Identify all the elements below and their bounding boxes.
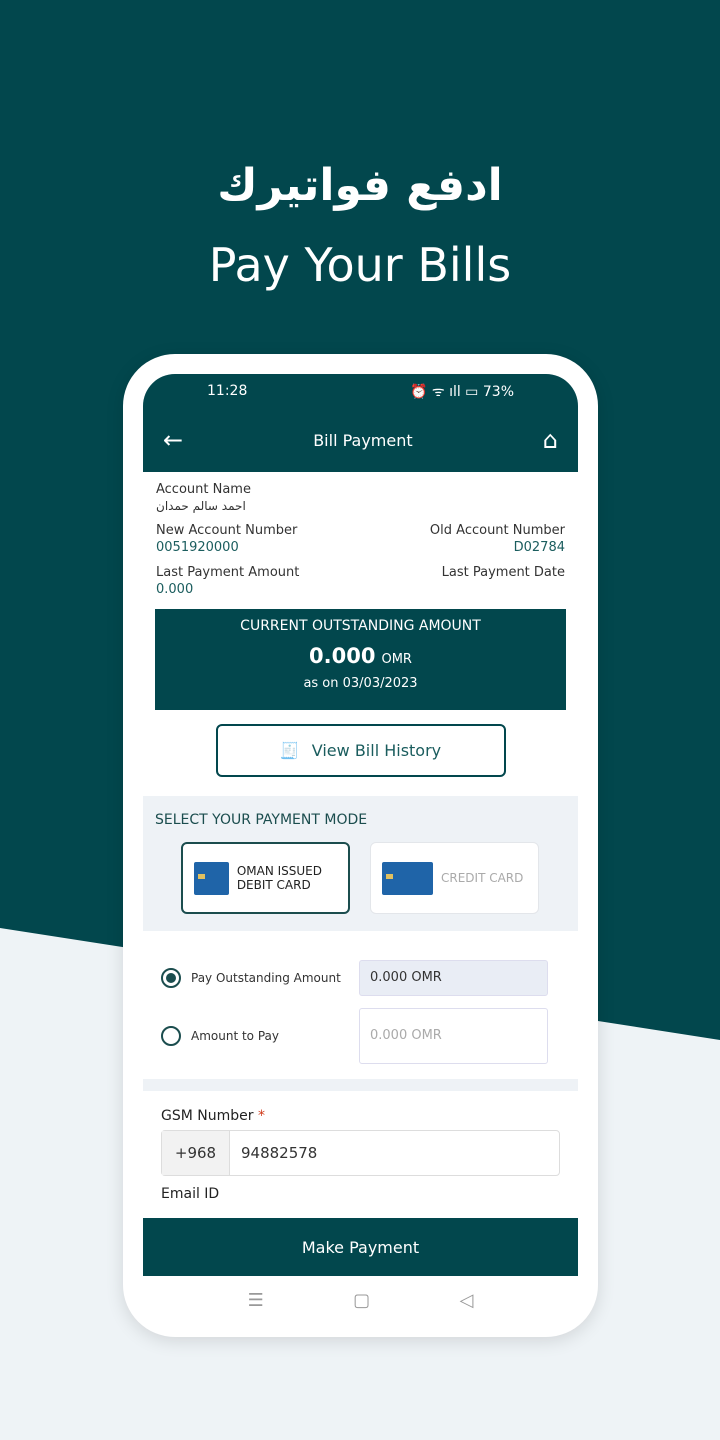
outstanding-date: as on 03/03/2023 <box>303 676 418 691</box>
new-account-label: New Account Number <box>156 523 298 538</box>
receipt-icon: 🧾 <box>279 741 300 760</box>
menu-icon[interactable]: ☰ <box>248 1290 264 1311</box>
gsm-value[interactable]: 94882578 <box>230 1131 328 1175</box>
last-amount-label: Last Payment Amount <box>156 565 300 580</box>
gsm-input[interactable]: +968 94882578 <box>161 1130 560 1176</box>
account-name-label: Account Name <box>156 482 251 497</box>
debit-card-option[interactable]: OMAN ISSUED DEBIT CARD <box>181 842 350 914</box>
amount-to-pay-input[interactable]: 0.000 OMR <box>359 1008 548 1064</box>
home-square-icon[interactable]: ▢ <box>353 1290 370 1311</box>
payment-mode-title: SELECT YOUR PAYMENT MODE <box>155 812 368 828</box>
country-code: +968 <box>162 1131 230 1175</box>
gsm-label: GSM Number * <box>161 1108 265 1124</box>
make-payment-button[interactable]: Make Payment <box>143 1218 578 1276</box>
account-name-value: احمد سالم حمدان <box>156 499 246 513</box>
credit-card-option[interactable]: CREDIT CARD <box>370 842 539 914</box>
outstanding-amount: 0.000 OMR <box>309 644 412 668</box>
debit-card-icon <box>194 861 229 895</box>
app-bar: ← Bill Payment ⌂ <box>143 408 578 472</box>
account-info: Account Name احمد سالم حمدان New Account … <box>143 472 578 597</box>
status-time: 11:28 <box>207 383 248 399</box>
status-bar: 11:28 ⏰ ᯤ ıll ▭ 73% <box>143 374 578 408</box>
amount-to-pay-radio[interactable] <box>161 1026 181 1046</box>
view-bill-history-button[interactable]: 🧾 View Bill History <box>215 724 506 777</box>
divider <box>143 1079 578 1091</box>
payment-mode-section: SELECT YOUR PAYMENT MODE OMAN ISSUED DEB… <box>143 796 578 931</box>
old-account-label: Old Account Number <box>429 523 565 538</box>
last-date-label: Last Payment Date <box>441 565 565 580</box>
outstanding-panel: CURRENT OUTSTANDING AMOUNT 0.000 OMR as o… <box>155 609 566 710</box>
amount-to-pay-label: Amount to Pay <box>191 1029 279 1043</box>
hero-title-arabic: ادفع فواتيرك <box>217 160 503 211</box>
phone-screen: 11:28 ⏰ ᯤ ıll ▭ 73% ← Bill Payment ⌂ Acc… <box>143 374 578 1276</box>
hero-title: Pay Your Bills <box>208 238 512 292</box>
arrow-left-icon[interactable]: ← <box>163 426 183 454</box>
new-account-value: 0051920000 <box>156 540 239 555</box>
system-nav-bar: ☰ ▢ ◁ <box>143 1290 578 1311</box>
pay-outstanding-label: Pay Outstanding Amount <box>191 971 341 985</box>
email-label: Email ID <box>161 1186 220 1202</box>
back-triangle-icon[interactable]: ◁ <box>459 1290 473 1311</box>
outstanding-title: CURRENT OUTSTANDING AMOUNT <box>240 618 481 634</box>
credit-card-icon <box>382 861 433 895</box>
page-title: Bill Payment <box>313 430 413 450</box>
home-icon[interactable]: ⌂ <box>543 426 558 454</box>
last-amount-value: 0.000 <box>156 582 194 597</box>
pay-outstanding-radio[interactable] <box>161 968 181 988</box>
status-battery: ⏰ ᯤ ıll ▭ 73% <box>409 383 514 400</box>
outstanding-amount-field: 0.000 OMR <box>359 960 548 996</box>
old-account-value: D02784 <box>513 540 565 555</box>
